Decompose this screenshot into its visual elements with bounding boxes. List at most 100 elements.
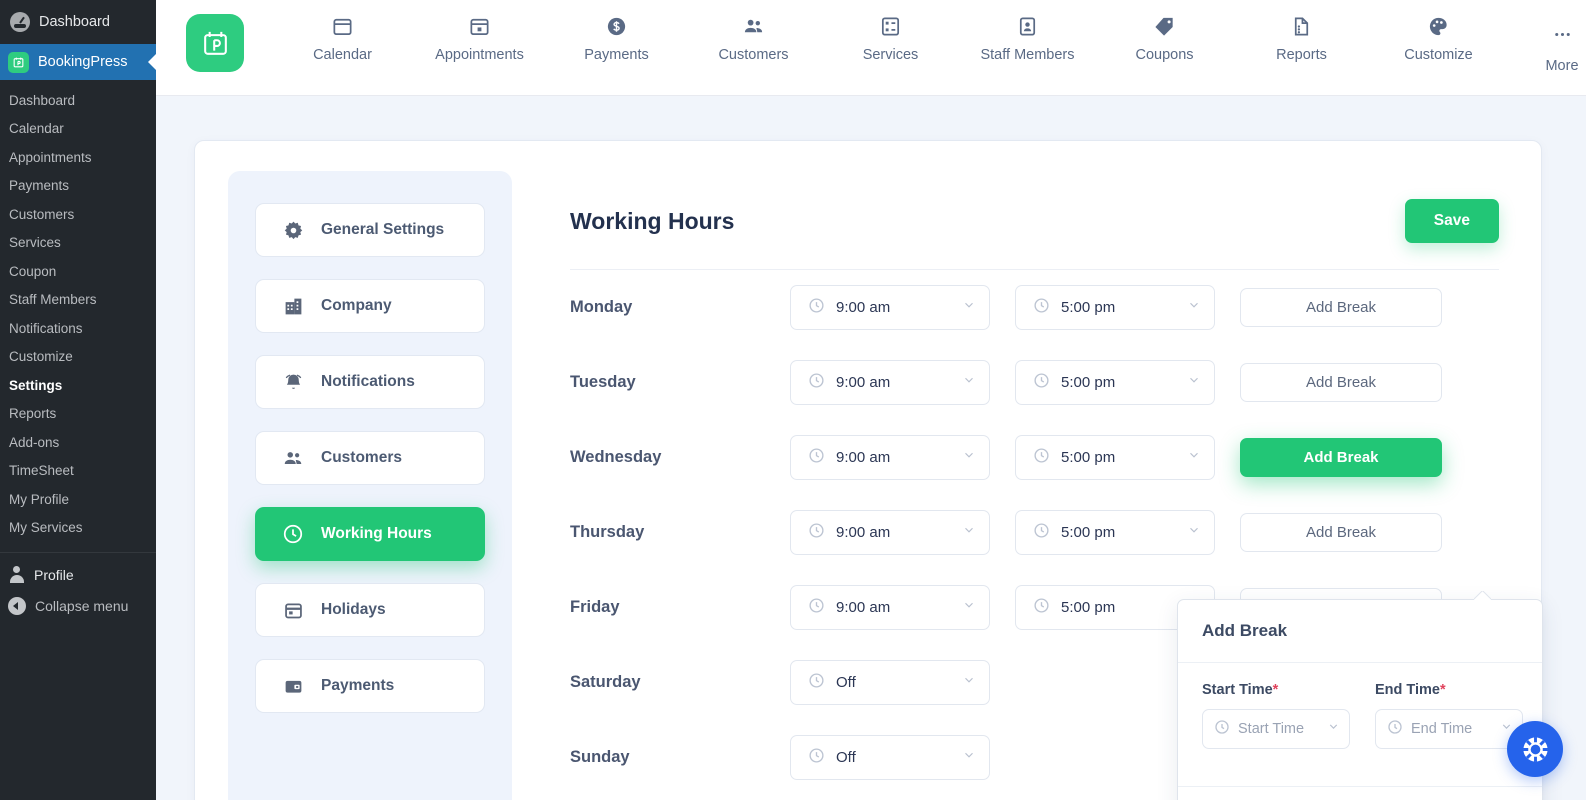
- sidebar-item-appointments[interactable]: Appointments: [0, 143, 156, 172]
- start-time-field: Start Time* Start Time: [1202, 682, 1350, 749]
- settings-nav-item-holidays[interactable]: Holidays: [255, 583, 485, 637]
- settings-nav-item-company[interactable]: Company: [255, 279, 485, 333]
- nav-item-label: Staff Members: [980, 47, 1075, 63]
- calendar-day-icon: [282, 599, 304, 621]
- add-break-button[interactable]: Add Break: [1240, 363, 1442, 402]
- sidebar-item-timesheet[interactable]: TimeSheet: [0, 457, 156, 486]
- dollar-coin-icon: [605, 14, 628, 38]
- sidebar-item-bookingpress[interactable]: BookingPress: [0, 44, 157, 80]
- sidebar-item-staff-members[interactable]: Staff Members: [0, 286, 156, 315]
- chevron-down-icon: [1187, 523, 1201, 542]
- start-time-select[interactable]: 9:00 am: [790, 285, 990, 330]
- app-screen: Dashboard BookingPress Dashboard Calendar…: [0, 0, 1586, 800]
- nav-item-coupons[interactable]: Coupons: [1096, 0, 1233, 63]
- popover-footer: Save Cancel: [1178, 786, 1542, 800]
- nav-item-payments[interactable]: Payments: [548, 0, 685, 63]
- help-support-button[interactable]: [1507, 721, 1563, 777]
- end-time-value: 5:00 pm: [1061, 599, 1116, 616]
- settings-nav-item-general-settings[interactable]: General Settings: [255, 203, 485, 257]
- sidebar-item-payments[interactable]: Payments: [0, 172, 156, 201]
- sidebar-item-profile[interactable]: Profile: [0, 559, 156, 590]
- bell-icon: [282, 371, 304, 393]
- nav-item-reports[interactable]: Reports: [1233, 0, 1370, 63]
- clock-icon: [808, 672, 825, 694]
- settings-nav-item-payments[interactable]: Payments: [255, 659, 485, 713]
- active-menu-arrow-icon: [148, 53, 157, 71]
- start-time-select[interactable]: 9:00 am: [790, 510, 990, 555]
- sidebar-item-notifications[interactable]: Notifications: [0, 314, 156, 343]
- gear-icon: [282, 219, 304, 241]
- settings-nav-item-working-hours[interactable]: Working Hours: [255, 507, 485, 561]
- settings-nav-item-label: Working Hours: [321, 525, 432, 542]
- people-icon: [282, 447, 304, 469]
- day-label: Wednesday: [570, 448, 662, 466]
- dashboard-gauge-icon: [10, 12, 30, 32]
- sidebar-item-my-profile[interactable]: My Profile: [0, 485, 156, 514]
- start-time-value: Off: [836, 749, 856, 766]
- save-button[interactable]: Save: [1404, 199, 1499, 243]
- sidebar-item-calendar[interactable]: Calendar: [0, 115, 156, 144]
- settings-nav-item-customers[interactable]: Customers: [255, 431, 485, 485]
- settings-nav-item-notifications[interactable]: Notifications: [255, 355, 485, 409]
- bookingpress-brand-tile[interactable]: [186, 14, 244, 72]
- end-time-select[interactable]: 5:00 pm: [1015, 435, 1215, 480]
- admin-bar-dashboard[interactable]: Dashboard: [0, 0, 156, 44]
- nav-item-label: Payments: [584, 47, 649, 63]
- bookingpress-top-nav: Calendar Appointments Payments Customers…: [156, 0, 1586, 96]
- bookingpress-logo-icon: [203, 31, 227, 55]
- nav-item-services[interactable]: Services: [822, 0, 959, 63]
- sidebar-item-reports[interactable]: Reports: [0, 400, 156, 429]
- end-time-value: 5:00 pm: [1061, 524, 1116, 541]
- building-icon: [282, 295, 304, 317]
- sidebar-divider: [0, 552, 156, 554]
- nav-item-customize[interactable]: Customize: [1370, 0, 1507, 63]
- end-time-select[interactable]: 5:00 pm: [1015, 510, 1215, 555]
- clock-icon: [1033, 522, 1050, 544]
- start-time-select[interactable]: Off: [790, 735, 990, 780]
- working-hours-row: Wednesday 9:00 am 5:00 pm Add Break: [570, 420, 1499, 495]
- sidebar-item-customize[interactable]: Customize: [0, 343, 156, 372]
- nav-item-staff-members[interactable]: Staff Members: [959, 0, 1096, 63]
- start-time-select[interactable]: Start Time: [1202, 709, 1350, 749]
- settings-nav-item-label: General Settings: [321, 221, 445, 238]
- start-time-select[interactable]: 9:00 am: [790, 360, 990, 405]
- settings-nav-item-label: Customers: [321, 449, 402, 466]
- sidebar-item-my-services[interactable]: My Services: [0, 514, 156, 543]
- settings-nav-item-label: Holidays: [321, 601, 386, 618]
- start-time-select[interactable]: 9:00 am: [790, 435, 990, 480]
- nav-item-appointments[interactable]: Appointments: [411, 0, 548, 63]
- add-break-button[interactable]: Add Break: [1240, 513, 1442, 552]
- add-break-button[interactable]: Add Break: [1240, 288, 1442, 327]
- sidebar-item-customers[interactable]: Customers: [0, 200, 156, 229]
- sidebar-item-add-ons[interactable]: Add-ons: [0, 428, 156, 457]
- start-time-value: 9:00 am: [836, 374, 891, 391]
- clock-icon: [808, 372, 825, 394]
- nav-item-label: Reports: [1276, 47, 1327, 63]
- end-time-select[interactable]: End Time: [1375, 709, 1523, 749]
- sidebar-item-collapse-menu[interactable]: Collapse menu: [0, 590, 156, 622]
- pane-header: Working Hours Save: [570, 199, 1499, 270]
- end-time-select[interactable]: 5:00 pm: [1015, 360, 1215, 405]
- chevron-down-icon: [962, 673, 976, 692]
- end-time-select[interactable]: 5:00 pm: [1015, 285, 1215, 330]
- add-break-button[interactable]: Add Break: [1240, 438, 1442, 477]
- nav-item-more[interactable]: More: [1507, 0, 1586, 74]
- settings-side-nav: General Settings Company Notifications C…: [228, 171, 512, 800]
- appointments-calendar-icon: [468, 14, 491, 38]
- start-time-select[interactable]: 9:00 am: [790, 585, 990, 630]
- end-time-value: 5:00 pm: [1061, 299, 1116, 316]
- nav-item-customers[interactable]: Customers: [685, 0, 822, 63]
- end-time-value: 5:00 pm: [1061, 374, 1116, 391]
- services-list-icon: [879, 14, 902, 38]
- chevron-down-icon: [1187, 298, 1201, 317]
- nav-item-calendar[interactable]: Calendar: [274, 0, 411, 63]
- start-time-select[interactable]: Off: [790, 660, 990, 705]
- sidebar-item-settings[interactable]: Settings: [0, 371, 156, 400]
- day-label: Saturday: [570, 673, 641, 691]
- admin-bar-dashboard-label: Dashboard: [39, 14, 110, 30]
- sidebar-item-dashboard[interactable]: Dashboard: [0, 86, 156, 115]
- sidebar-item-coupon[interactable]: Coupon: [0, 257, 156, 286]
- sidebar-item-services[interactable]: Services: [0, 229, 156, 258]
- day-label: Thursday: [570, 523, 645, 541]
- clock-icon: [808, 522, 825, 544]
